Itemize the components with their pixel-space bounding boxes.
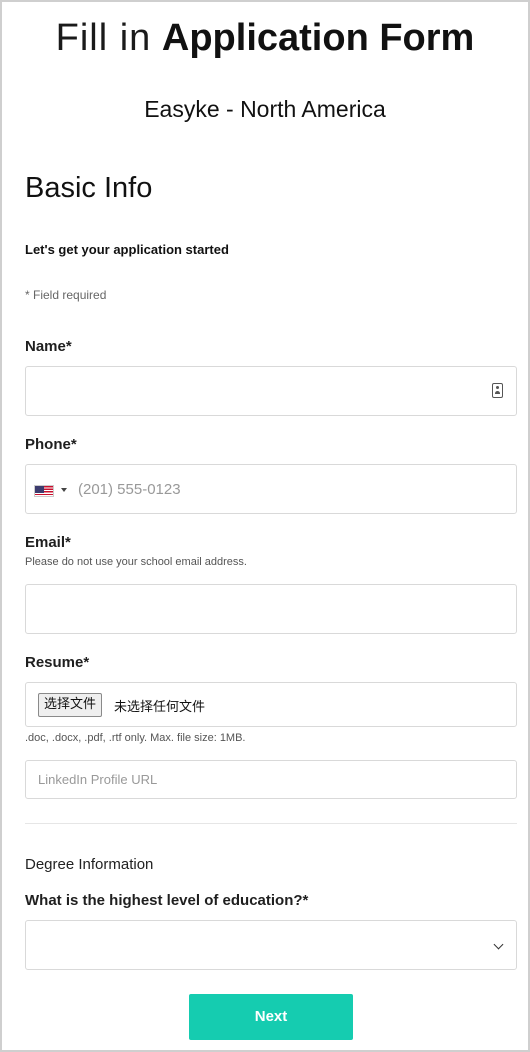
contact-card-icon[interactable] (492, 383, 503, 398)
chevron-down-icon[interactable] (493, 939, 504, 950)
resume-label: Resume* (25, 654, 90, 671)
name-label: Name* (25, 338, 72, 355)
us-flag-icon[interactable] (34, 485, 54, 497)
company-name: Easyke - North America (144, 96, 386, 122)
section-title: Basic Info (25, 172, 153, 204)
name-input[interactable] (25, 366, 517, 416)
phone-label: Phone* (25, 436, 77, 453)
education-select[interactable] (25, 920, 517, 970)
phone-placeholder: (201) 555-0123 (78, 481, 181, 498)
degree-heading: Degree Information (25, 856, 154, 873)
email-hint: Please do not use your school email addr… (25, 556, 247, 568)
country-dropdown-icon[interactable] (61, 488, 67, 492)
linkedin-input[interactable]: LinkedIn Profile URL (25, 760, 517, 799)
section-intro: Let's get your application started (25, 242, 229, 257)
section-divider (25, 823, 517, 824)
phone-input[interactable]: (201) 555-0123 (25, 464, 517, 514)
next-button[interactable]: Next (189, 994, 353, 1040)
title-bold: Application Form (161, 17, 475, 59)
resume-hint: .doc, .docx, .pdf, .rtf only. Max. file … (25, 732, 246, 744)
education-question: What is the highest level of education?* (25, 892, 309, 909)
page-title: Fill in Application Form (0, 14, 530, 62)
resume-upload: 选择文件 未选择任何文件 (25, 682, 517, 727)
email-label: Email* (25, 534, 71, 551)
file-status: 未选择任何文件 (114, 700, 206, 715)
email-input[interactable] (25, 584, 517, 634)
linkedin-placeholder: LinkedIn Profile URL (38, 772, 158, 787)
choose-file-button[interactable]: 选择文件 (38, 693, 103, 717)
title-light: Fill in (55, 17, 152, 59)
required-note: * Field required (25, 288, 107, 302)
